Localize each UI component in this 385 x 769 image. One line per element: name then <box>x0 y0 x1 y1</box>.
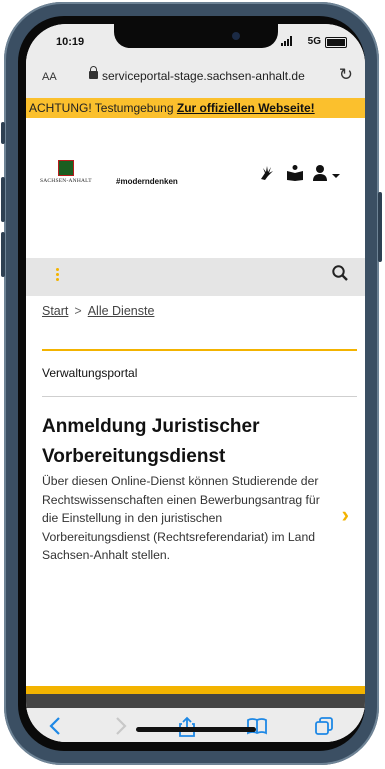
screen: 10:19 5G AA serviceportal-stage.sachsen-… <box>26 24 365 742</box>
sachsen-anhalt-logo[interactable]: SACHSEN-ANHALT <box>40 160 92 184</box>
battery-icon <box>325 37 347 48</box>
user-icon[interactable] <box>312 164 328 187</box>
hashtag-slogan: #moderndenken <box>116 177 178 186</box>
home-indicator <box>136 727 256 732</box>
back-icon[interactable] <box>48 716 62 742</box>
forward-icon[interactable] <box>114 716 128 742</box>
breadcrumb-separator: > <box>74 304 82 318</box>
test-environment-banner: ACHTUNG! Testumgebung Zur offiziellen We… <box>26 98 365 118</box>
service-title[interactable]: Anmeldung Juristischer Vorbereitungsdien… <box>42 412 342 472</box>
logo-text: SACHSEN-ANHALT <box>40 178 92 184</box>
divider <box>42 396 357 397</box>
browser-toolbar <box>26 708 365 742</box>
signal-icon <box>281 36 295 46</box>
crest-icon <box>58 160 74 176</box>
browser-address-bar[interactable]: AA serviceportal-stage.sachsen-anhalt.de… <box>26 58 365 98</box>
footer-stripe <box>26 686 365 694</box>
official-site-link[interactable]: Zur offiziellen Webseite! <box>177 101 315 115</box>
chevron-right-icon[interactable]: › <box>342 502 349 528</box>
menu-icon[interactable] <box>56 268 60 283</box>
lock-icon <box>89 66 98 79</box>
divider <box>42 349 357 351</box>
tabs-icon[interactable] <box>314 716 334 742</box>
breadcrumb-all-services-link[interactable]: Alle Dienste <box>88 304 155 318</box>
reload-icon[interactable]: ↻ <box>339 65 353 85</box>
banner-text: ACHTUNG! Testumgebung <box>29 101 174 115</box>
section-label: Verwaltungsportal <box>42 366 138 380</box>
footer <box>26 694 365 708</box>
service-description: Über diesen Online-Dienst können Studier… <box>42 474 320 562</box>
status-time: 10:19 <box>56 36 85 48</box>
chevron-down-icon[interactable] <box>331 168 341 186</box>
search-icon[interactable] <box>331 264 349 287</box>
text-size-button[interactable]: AA <box>42 71 57 83</box>
url-field[interactable]: serviceportal-stage.sachsen-anhalt.de <box>102 69 305 83</box>
site-header: SACHSEN-ANHALT #moderndenken <box>26 118 365 258</box>
sign-language-icon[interactable] <box>258 164 276 187</box>
notch <box>114 24 278 48</box>
easy-read-icon[interactable] <box>286 164 304 187</box>
breadcrumb-start-link[interactable]: Start <box>42 304 68 318</box>
nav-toolbar <box>26 258 365 296</box>
status-bar: 10:19 5G <box>26 24 365 58</box>
breadcrumb: Start > Alle Dienste <box>42 304 154 318</box>
network-label: 5G <box>307 36 321 47</box>
